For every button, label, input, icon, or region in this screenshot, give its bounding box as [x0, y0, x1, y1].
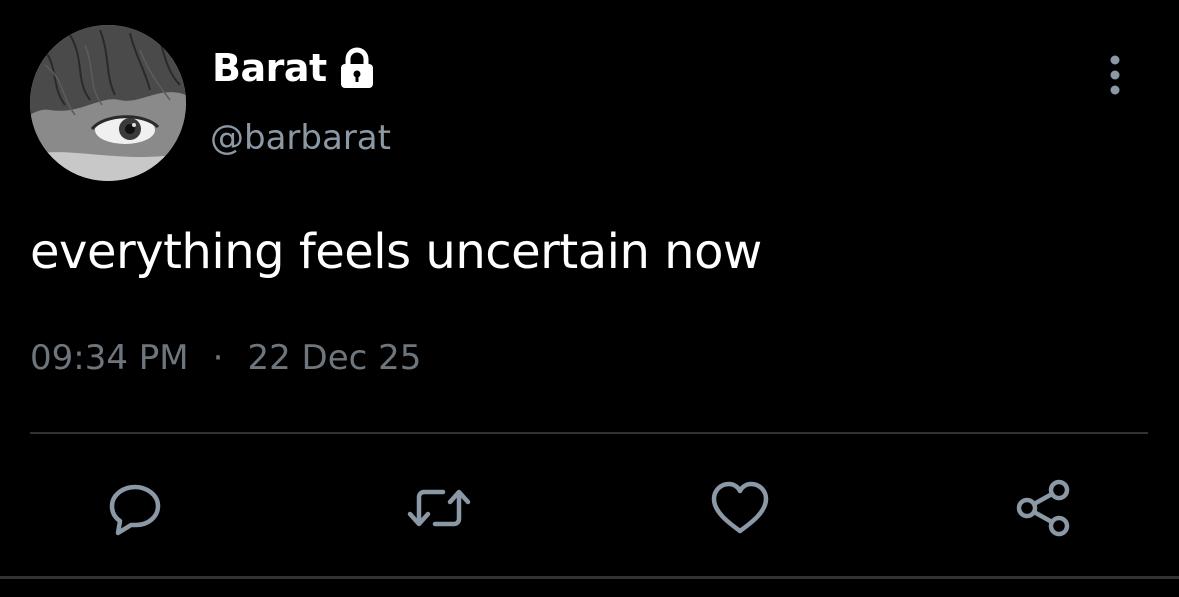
- user-handle[interactable]: @barbarat: [210, 116, 391, 160]
- tweet-date[interactable]: 22 Dec 25: [247, 336, 421, 380]
- tweet-text: everything feels uncertain now: [30, 224, 762, 280]
- bottom-divider: [0, 576, 1179, 579]
- lock-icon: [337, 46, 377, 90]
- reply-icon: [109, 484, 161, 536]
- avatar[interactable]: [30, 25, 186, 181]
- display-name[interactable]: Barat: [212, 44, 327, 92]
- heart-icon: [711, 481, 769, 534]
- tweet-time[interactable]: 09:34 PM: [30, 336, 189, 380]
- meta-separator: ·: [212, 338, 224, 378]
- display-name-row[interactable]: Barat: [212, 44, 377, 92]
- avatar-image: [30, 25, 186, 181]
- reply-button[interactable]: [103, 476, 167, 540]
- retweet-icon: [407, 489, 471, 527]
- more-vertical-icon[interactable]: [1100, 54, 1130, 98]
- retweet-button[interactable]: [407, 476, 471, 540]
- share-button[interactable]: [1012, 476, 1076, 540]
- divider: [30, 432, 1148, 434]
- share-icon: [1016, 479, 1070, 537]
- like-button[interactable]: [708, 476, 772, 540]
- tweet-meta: 09:34 PM · 22 Dec 25: [30, 336, 421, 380]
